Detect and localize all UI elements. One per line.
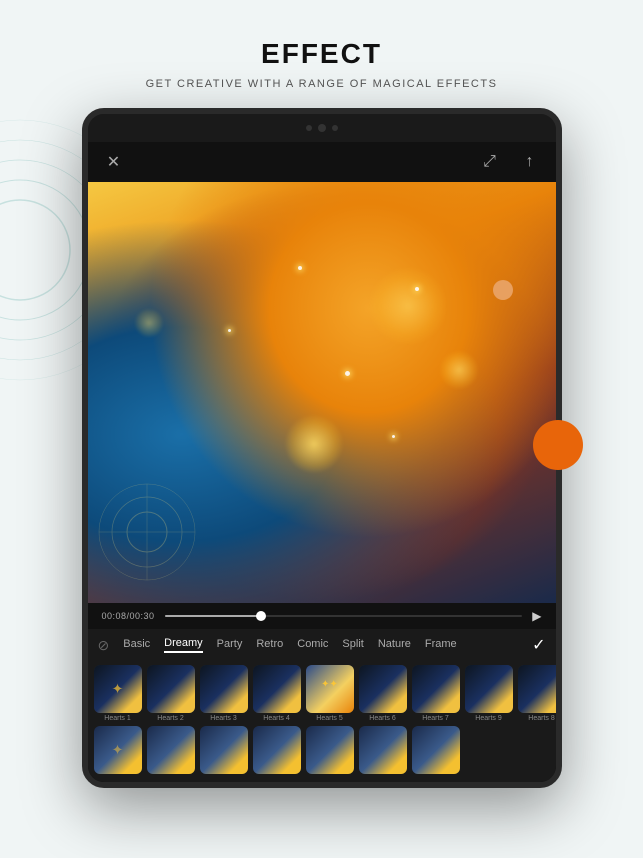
effect-thumb-r2-4[interactable] [253, 726, 301, 776]
effect-thumb-r2-5[interactable] [306, 726, 354, 776]
tab-basic[interactable]: Basic [123, 638, 150, 652]
effect-thumb-hearts2[interactable]: Hearts 2 [147, 665, 195, 722]
effect-label-hearts5: Hearts 5 [306, 715, 354, 722]
deco-circle-large [533, 420, 583, 470]
tab-nature[interactable]: Nature [378, 638, 411, 652]
timeline-handle[interactable] [256, 611, 266, 621]
sparkle-4 [392, 435, 395, 438]
deco-circle-small [493, 280, 513, 300]
thumbnails-row-2: ✦ [88, 726, 556, 782]
tab-dreamy[interactable]: Dreamy [164, 637, 203, 653]
cancel-icon[interactable]: ⊘ [98, 637, 110, 654]
effect-thumb-r2-2[interactable] [147, 726, 195, 776]
main-canvas [88, 182, 556, 603]
effect-thumb-r2-3[interactable] [200, 726, 248, 776]
bokeh-2 [439, 350, 479, 390]
effect-label-hearts7: Hearts 7 [412, 715, 460, 722]
app-interface: ✕ ⤢ ↑ [88, 142, 556, 782]
effect-thumb-hearts5[interactable]: ✦✦ Hearts 5 [306, 665, 354, 722]
thumbnails-row-1: ✦ Hearts 1 Hearts 2 Hearts 3 [88, 661, 556, 726]
effect-thumb-hearts7[interactable]: Hearts 7 [412, 665, 460, 722]
toolbar-right-buttons: ⤢ ↑ [478, 150, 542, 174]
app-toolbar: ✕ ⤢ ↑ [88, 142, 556, 182]
tab-comic[interactable]: Comic [297, 638, 328, 652]
bokeh-4 [368, 266, 448, 346]
share-button[interactable]: ↑ [518, 150, 542, 174]
tab-split[interactable]: Split [342, 638, 363, 652]
effect-label-hearts4: Hearts 4 [253, 715, 301, 722]
play-button[interactable]: ▶ [532, 609, 541, 623]
tablet-device: ✕ ⤢ ↑ [82, 108, 562, 788]
timeline-track[interactable] [165, 615, 523, 617]
page-subtitle: GET CREATIVE WITH A RANGE OF MAGICAL EFF… [40, 78, 603, 90]
effect-tabs-bar: ⊘ Basic Dreamy Party Retro Comic Split N… [88, 629, 556, 661]
effect-thumb-r2-7[interactable] [412, 726, 460, 776]
effect-thumb-hearts4[interactable]: Hearts 4 [253, 665, 301, 722]
camera-dot-center [318, 124, 326, 132]
bokeh-1 [284, 414, 344, 474]
tab-frame[interactable]: Frame [425, 638, 457, 652]
effect-label-hearts9: Hearts 9 [465, 715, 513, 722]
effect-thumb-hearts6[interactable]: Hearts 6 [359, 665, 407, 722]
page-title: EFFECT [40, 38, 603, 70]
tab-retro[interactable]: Retro [256, 638, 283, 652]
effect-thumb-hearts1[interactable]: ✦ Hearts 1 [94, 665, 142, 722]
timeline-bar: 00:08/00:30 ▶ [88, 603, 556, 629]
time-display: 00:08/00:30 [102, 611, 155, 621]
tablet-camera-bar [88, 114, 556, 142]
camera-dot-1 [306, 125, 312, 131]
effect-label-hearts2: Hearts 2 [147, 715, 195, 722]
grid-overlay [97, 482, 197, 582]
effect-thumb-r2-6[interactable] [359, 726, 407, 776]
effect-thumb-hearts3[interactable]: Hearts 3 [200, 665, 248, 722]
effect-thumb-hearts9[interactable]: Hearts 9 [465, 665, 513, 722]
expand-button[interactable]: ⤢ [478, 150, 502, 174]
tab-party[interactable]: Party [217, 638, 243, 652]
effect-thumb-hearts8[interactable]: Hearts 8 [518, 665, 556, 722]
effect-label-hearts1: Hearts 1 [94, 715, 142, 722]
close-button[interactable]: ✕ [102, 150, 126, 174]
header-section: EFFECT GET CREATIVE WITH A RANGE OF MAGI… [0, 0, 643, 108]
effect-label-hearts6: Hearts 6 [359, 715, 407, 722]
effect-label-hearts8: Hearts 8 [518, 715, 556, 722]
confirm-button[interactable]: ✓ [532, 635, 545, 655]
effect-label-hearts3: Hearts 3 [200, 715, 248, 722]
camera-dot-3 [332, 125, 338, 131]
effect-thumb-r2-1[interactable]: ✦ [94, 726, 142, 776]
